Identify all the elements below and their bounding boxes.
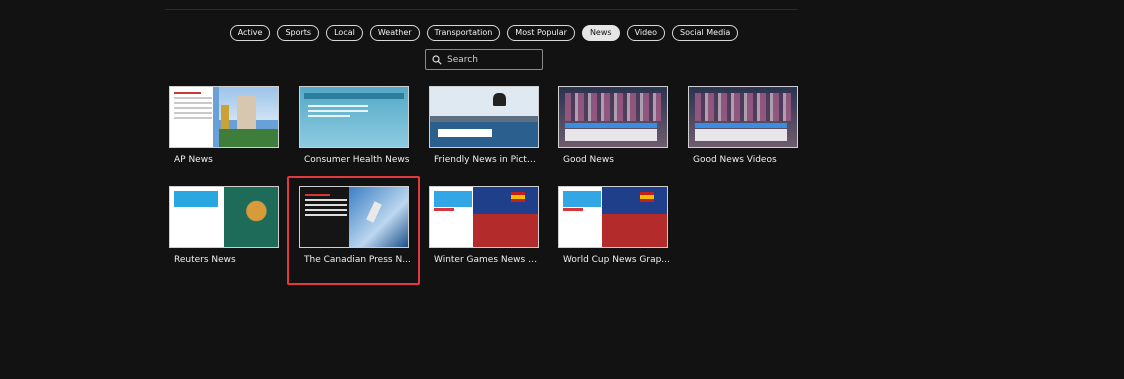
filter-chip-social-media[interactable]: Social Media — [671, 25, 739, 41]
filter-chip-sports[interactable]: Sports — [277, 25, 320, 41]
template-thumbnail[interactable] — [558, 186, 668, 248]
template-card-reuters-news[interactable]: Reuters News — [169, 186, 279, 265]
template-card-title: The Canadian Press N... — [304, 255, 411, 265]
template-card-title: Good News — [563, 155, 614, 165]
filter-chip-bar: Active Sports Local Weather Transportati… — [0, 25, 968, 41]
template-card-title: Winter Games News G... — [434, 255, 541, 265]
template-card-world-cup-news[interactable]: World Cup News Grap... — [558, 186, 670, 265]
template-thumbnail[interactable] — [688, 86, 798, 148]
template-card-title: Reuters News — [174, 255, 236, 265]
template-card-ap-news[interactable]: AP News — [169, 86, 279, 165]
filter-chip-active[interactable]: Active — [229, 25, 271, 41]
filter-chip-weather[interactable]: Weather — [369, 25, 420, 41]
template-card-title: AP News — [174, 155, 213, 165]
filter-chip-video[interactable]: Video — [626, 25, 665, 41]
filter-chip-most-popular[interactable]: Most Popular — [507, 25, 575, 41]
template-thumbnail[interactable] — [169, 186, 279, 248]
template-thumbnail[interactable] — [429, 186, 539, 248]
filter-chip-local[interactable]: Local — [326, 25, 363, 41]
template-card-title: Friendly News in Pictu... — [434, 155, 541, 165]
filter-chip-news[interactable]: News — [581, 25, 620, 41]
search-box[interactable] — [425, 49, 543, 70]
template-card-title: Consumer Health News — [304, 155, 410, 165]
filter-chip-transportation[interactable]: Transportation — [426, 25, 501, 41]
template-card-good-news[interactable]: Good News — [558, 86, 668, 165]
template-card-canadian-press-news[interactable]: The Canadian Press N... — [299, 186, 411, 265]
template-thumbnail[interactable] — [169, 86, 279, 148]
app-window: Active Sports Local Weather Transportati… — [0, 0, 1124, 379]
template-card-friendly-news[interactable]: Friendly News in Pictu... — [429, 86, 541, 165]
template-card-title: Good News Videos — [693, 155, 777, 165]
template-thumbnail[interactable] — [299, 86, 409, 148]
template-card-consumer-health-news[interactable]: Consumer Health News — [299, 86, 410, 165]
template-card-title: World Cup News Grap... — [563, 255, 670, 265]
template-card-good-news-videos[interactable]: Good News Videos — [688, 86, 798, 165]
template-thumbnail[interactable] — [429, 86, 539, 148]
search-icon — [432, 54, 442, 65]
search-input[interactable] — [447, 54, 537, 65]
top-divider — [165, 9, 798, 10]
template-thumbnail[interactable] — [558, 86, 668, 148]
template-thumbnail[interactable] — [299, 186, 409, 248]
template-card-winter-games-news[interactable]: Winter Games News G... — [429, 186, 541, 265]
